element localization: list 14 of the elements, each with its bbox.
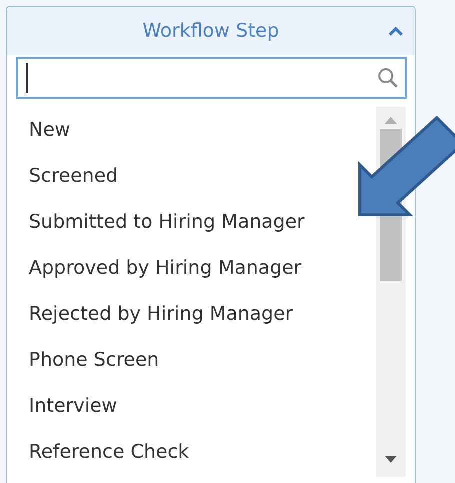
chevron-up-icon[interactable]	[389, 27, 403, 37]
search-icon[interactable]	[377, 67, 399, 89]
search-field[interactable]	[16, 57, 407, 99]
dropdown-title: Workflow Step	[142, 20, 280, 42]
scroll-down-icon[interactable]	[384, 456, 398, 464]
dropdown-option[interactable]: Submitted to Hiring Manager	[29, 199, 305, 245]
dropdown-option[interactable]: Screened	[29, 153, 118, 199]
dropdown-option[interactable]: Interview	[29, 383, 118, 429]
dropdown-option[interactable]: Approved by Hiring Manager	[29, 245, 302, 291]
text-cursor	[26, 63, 28, 93]
dropdown-option[interactable]: Rejected by Hiring Manager	[29, 291, 294, 337]
dropdown-option[interactable]: New	[29, 107, 70, 153]
dropdown-option[interactable]: Phone Screen	[29, 337, 160, 383]
dropdown-option[interactable]: Reference Check	[29, 429, 190, 475]
